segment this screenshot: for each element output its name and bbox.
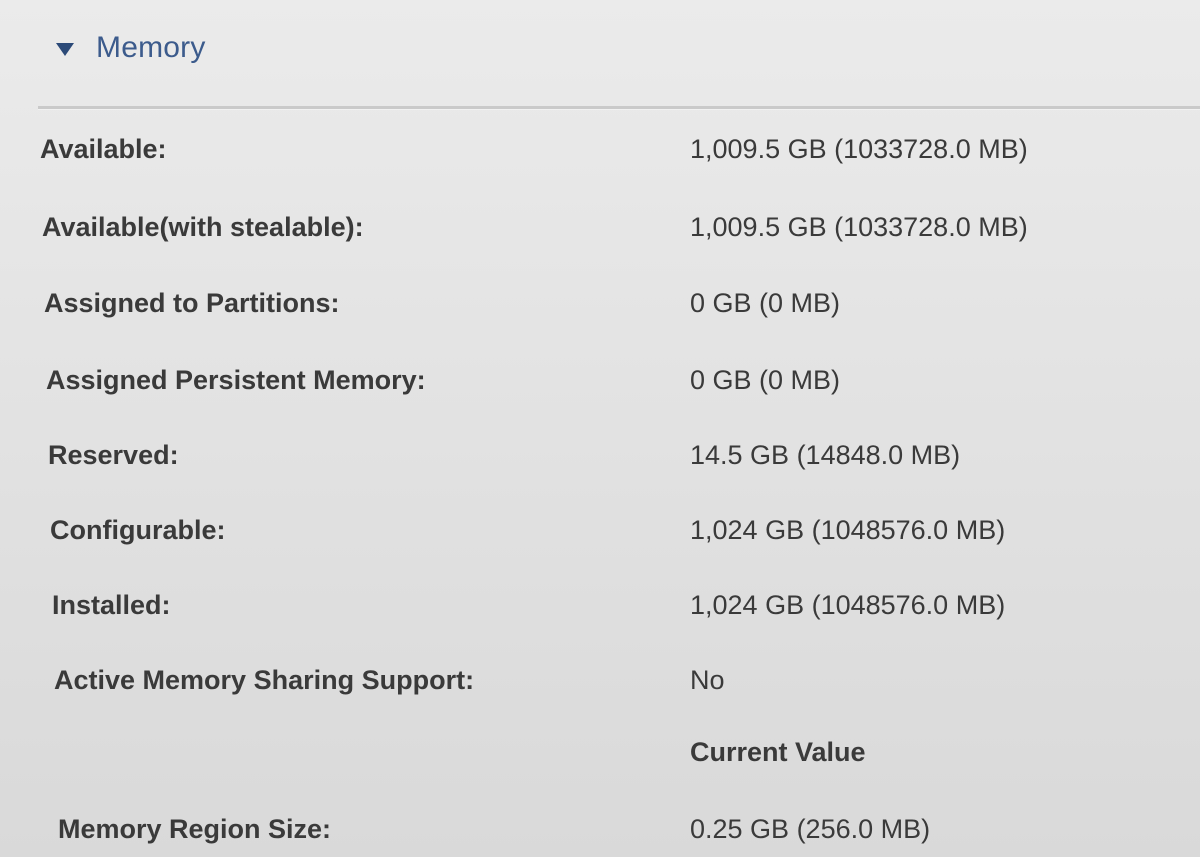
property-label: Active Memory Sharing Support: bbox=[54, 665, 475, 695]
property-label: Reserved: bbox=[48, 440, 179, 470]
property-value: 1,009.5 GB (1033728.0 MB) bbox=[690, 134, 1028, 164]
property-row-active-memory-sharing: Active Memory Sharing Support: No bbox=[0, 655, 1200, 705]
memory-section-toggle[interactable]: Memory bbox=[56, 28, 206, 68]
triangle-down-icon[interactable] bbox=[56, 42, 74, 56]
property-value: 0.25 GB (256.0 MB) bbox=[690, 814, 931, 844]
property-label: Installed: bbox=[52, 590, 171, 620]
property-row-memory-region-size: Memory Region Size: 0.25 GB (256.0 MB) bbox=[0, 804, 1200, 854]
property-value: 1,024 GB (1048576.0 MB) bbox=[690, 515, 1006, 545]
property-value: 0 GB (0 MB) bbox=[690, 288, 841, 318]
property-value: No bbox=[690, 665, 725, 695]
property-row-assigned-persistent-memory: Assigned Persistent Memory: 0 GB (0 MB) bbox=[0, 355, 1200, 405]
section-title: Memory bbox=[96, 31, 206, 64]
property-row-reserved: Reserved: 14.5 GB (14848.0 MB) bbox=[0, 430, 1200, 480]
property-value: 1,024 GB (1048576.0 MB) bbox=[690, 590, 1006, 620]
current-value-header: Current Value bbox=[690, 737, 866, 767]
property-row-available-stealable: Available(with stealable): 1,009.5 GB (1… bbox=[0, 202, 1200, 252]
property-row-available: Available: 1,009.5 GB (1033728.0 MB) bbox=[0, 124, 1200, 174]
property-value: 14.5 GB (14848.0 MB) bbox=[690, 440, 961, 470]
property-label: Assigned to Partitions: bbox=[44, 288, 340, 318]
property-label: Configurable: bbox=[50, 515, 226, 545]
property-label: Memory Region Size: bbox=[58, 814, 332, 844]
property-row-configurable: Configurable: 1,024 GB (1048576.0 MB) bbox=[0, 505, 1200, 555]
property-label: Assigned Persistent Memory: bbox=[46, 365, 426, 395]
property-value: 1,009.5 GB (1033728.0 MB) bbox=[690, 212, 1028, 242]
property-label: Available(with stealable): bbox=[42, 212, 364, 242]
property-label: Available: bbox=[40, 134, 167, 164]
property-row-installed: Installed: 1,024 GB (1048576.0 MB) bbox=[0, 580, 1200, 630]
section-divider bbox=[38, 106, 1200, 110]
property-row-assigned-partitions: Assigned to Partitions: 0 GB (0 MB) bbox=[0, 278, 1200, 328]
property-value: 0 GB (0 MB) bbox=[690, 365, 841, 395]
